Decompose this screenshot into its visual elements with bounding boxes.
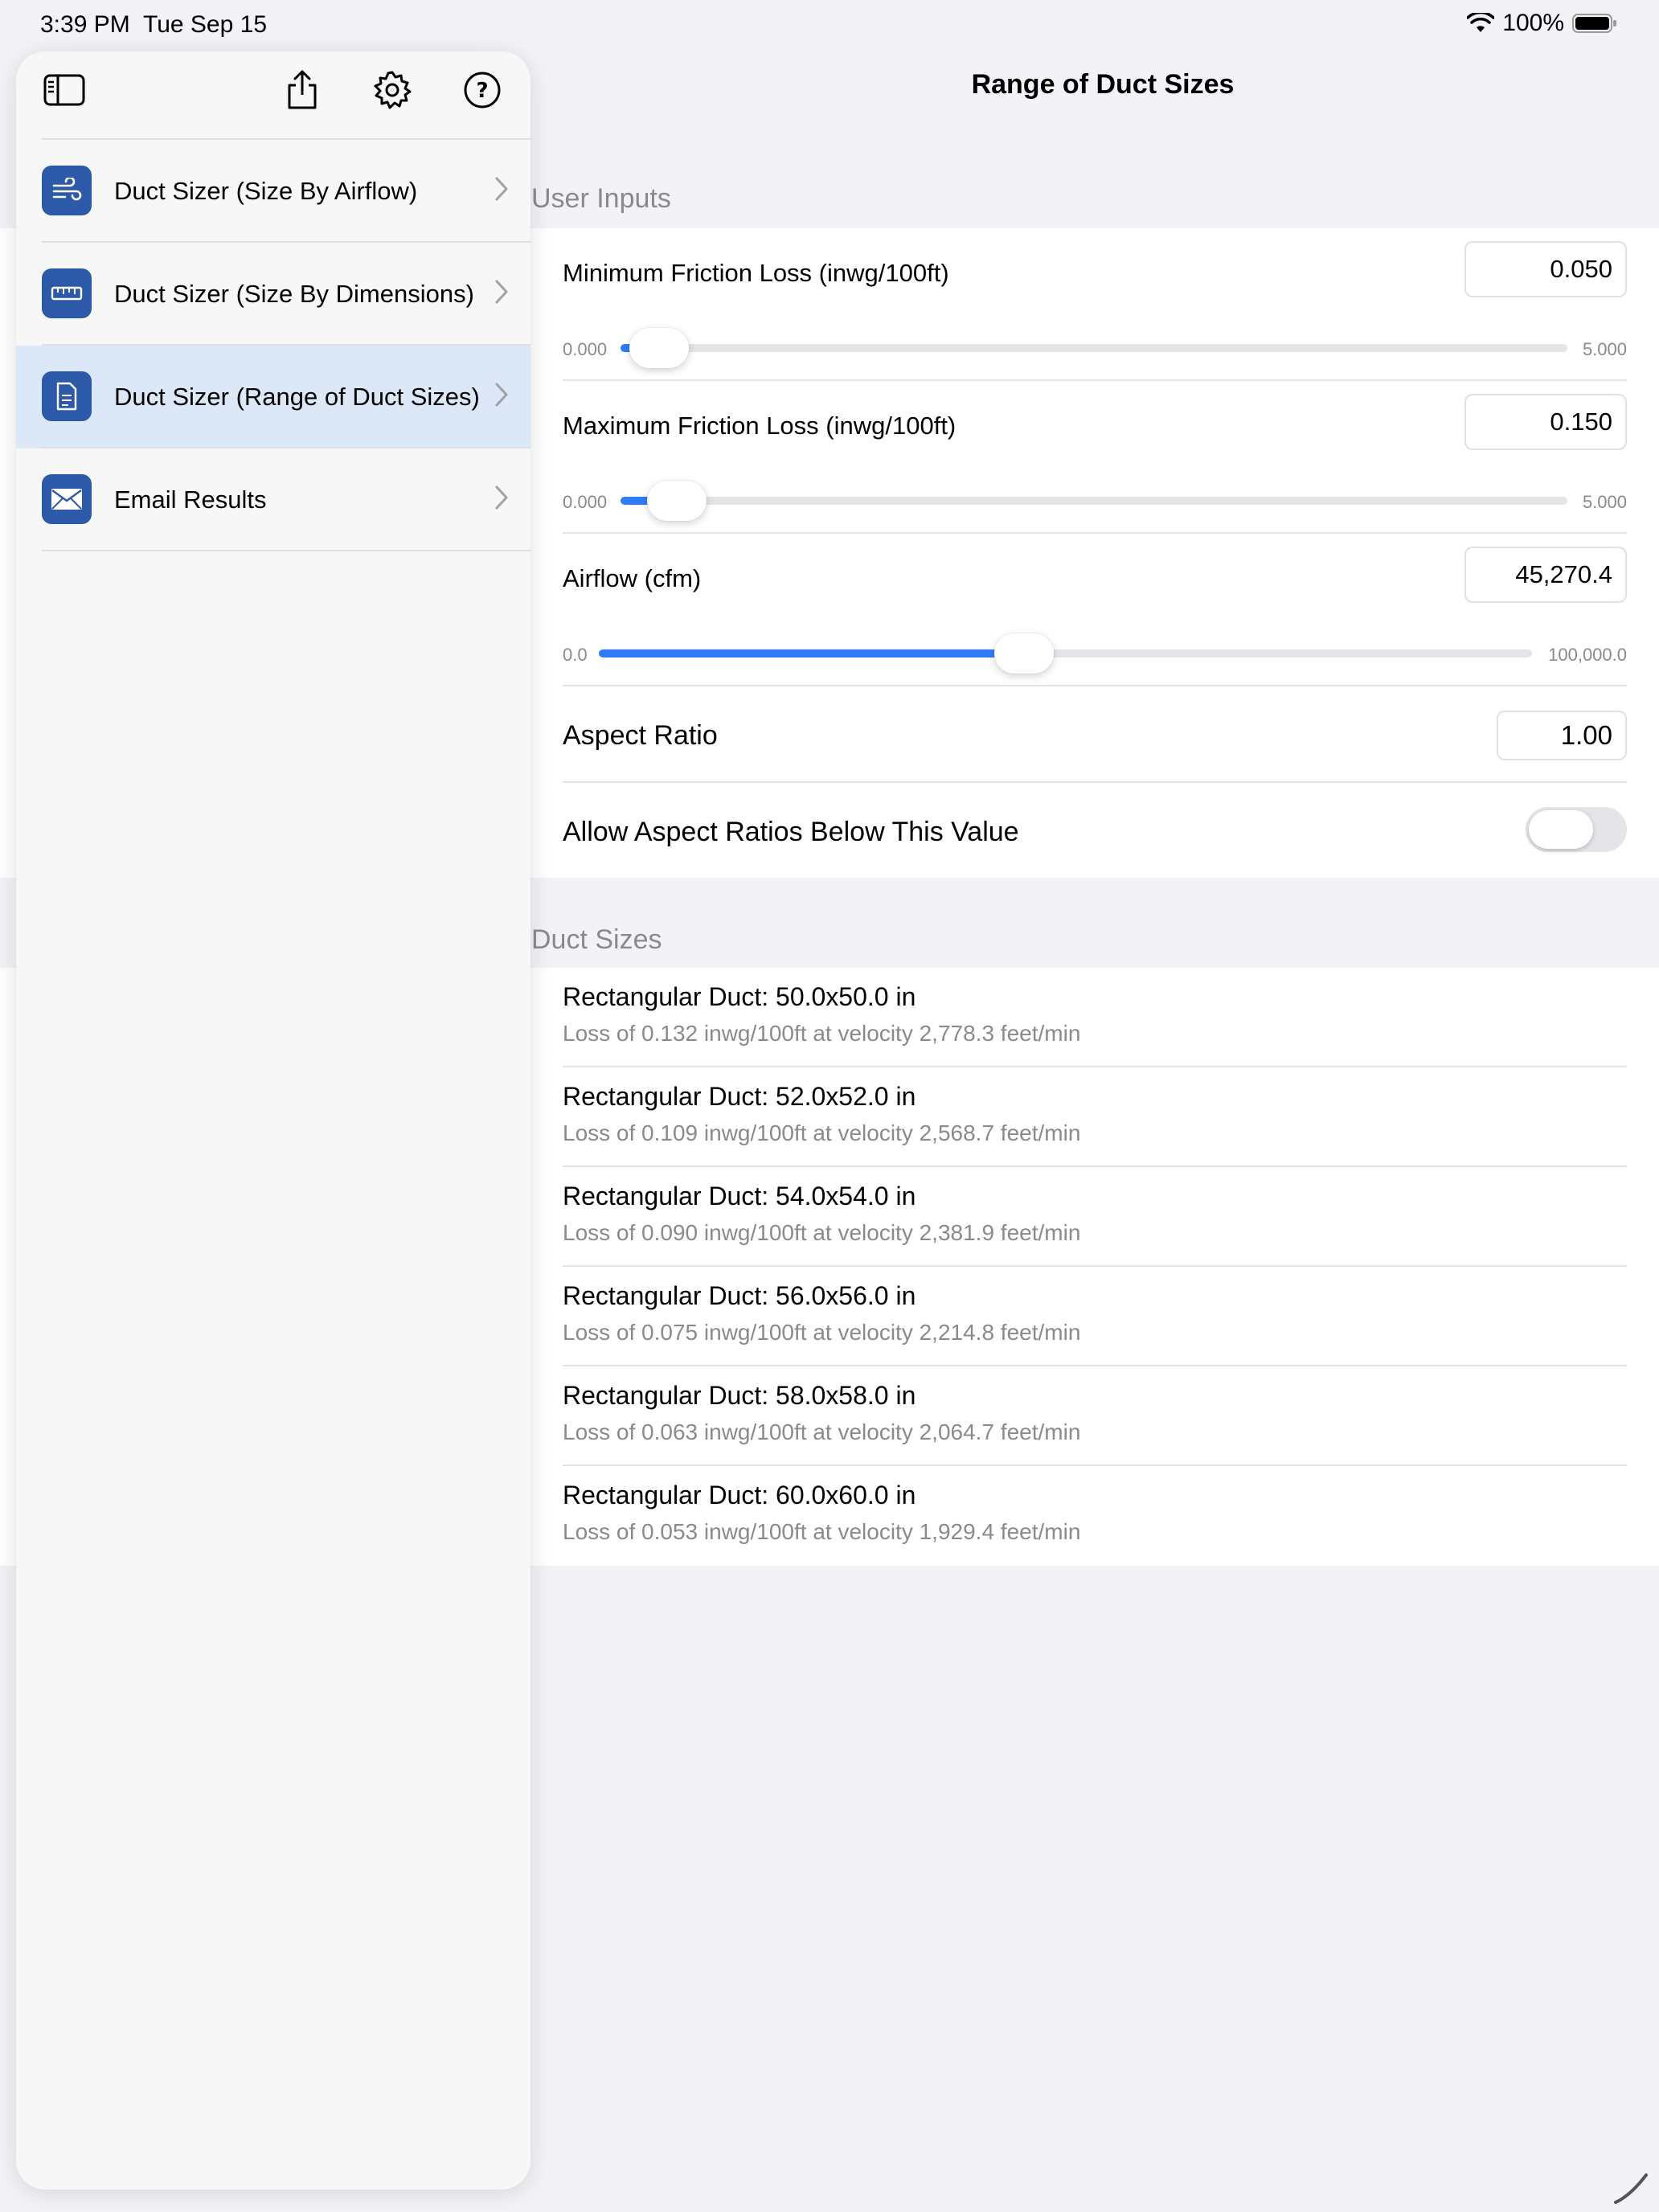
min-friction-slider-min: 0.000: [563, 339, 608, 359]
min-friction-field[interactable]: [1464, 241, 1627, 297]
sidebar-toggle-icon[interactable]: [40, 66, 88, 114]
max-friction-slider-min: 0.000: [563, 492, 608, 512]
help-icon[interactable]: ?: [458, 66, 506, 114]
sidebar-item-label: Duct Sizer (Size By Airflow): [114, 177, 418, 205]
sidebar-item-label: Email Results: [114, 485, 267, 514]
max-friction-field[interactable]: [1464, 394, 1627, 450]
ruler-icon: [42, 268, 92, 318]
list-item[interactable]: Rectangular Duct: 60.0x60.0 in Loss of 0…: [563, 1466, 1627, 1566]
min-friction-row: Minimum Friction Loss (inwg/100ft) 0.000…: [563, 241, 1627, 370]
list-item[interactable]: Rectangular Duct: 56.0x56.0 in Loss of 0…: [563, 1267, 1627, 1366]
user-inputs-header: User Inputs: [531, 183, 671, 214]
airflow-field[interactable]: [1464, 547, 1627, 603]
min-friction-slider[interactable]: [621, 328, 1567, 368]
document-icon: [42, 371, 92, 421]
allow-below-row: Allow Aspect Ratios Below This Value: [563, 783, 1627, 878]
airflow-slider[interactable]: [599, 633, 1532, 674]
sidebar-item-size-by-airflow[interactable]: Duct Sizer (Size By Airflow): [16, 140, 530, 243]
result-detail: Loss of 0.109 inwg/100ft at velocity 2,5…: [563, 1120, 1081, 1145]
result-detail: Loss of 0.090 inwg/100ft at velocity 2,3…: [563, 1220, 1081, 1245]
airflow-slider-min: 0.0: [563, 645, 588, 665]
list-item[interactable]: Rectangular Duct: 50.0x50.0 in Loss of 0…: [563, 968, 1627, 1067]
sidebar-item-label: Duct Sizer (Size By Dimensions): [114, 280, 474, 308]
result-title: Rectangular Duct: 56.0x56.0 in: [563, 1281, 916, 1310]
chevron-right-icon: [495, 485, 508, 510]
result-detail: Loss of 0.063 inwg/100ft at velocity 2,0…: [563, 1419, 1081, 1444]
min-friction-slider-max: 5.000: [1582, 339, 1627, 359]
allow-below-toggle[interactable]: [1526, 807, 1627, 852]
airflow-row: Airflow (cfm) 0.0 100,000.0: [563, 547, 1627, 675]
airflow-slider-max: 100,000.0: [1548, 645, 1627, 665]
result-detail: Loss of 0.132 inwg/100ft at velocity 2,7…: [563, 1021, 1081, 1046]
sidebar-item-range-of-duct-sizes[interactable]: Duct Sizer (Range of Duct Sizes): [16, 346, 530, 449]
max-friction-label: Maximum Friction Loss (inwg/100ft): [563, 412, 956, 440]
max-friction-slider[interactable]: [621, 481, 1567, 521]
chevron-right-icon: [495, 177, 508, 201]
result-title: Rectangular Duct: 52.0x52.0 in: [563, 1082, 916, 1111]
duct-sizes-header: Duct Sizes: [531, 924, 662, 955]
aspect-ratio-label: Aspect Ratio: [563, 720, 718, 751]
sidebar: ? Duct Sizer (Size By Airflow) Duct Size…: [16, 51, 530, 2189]
airflow-label: Airflow (cfm): [563, 564, 702, 592]
share-icon[interactable]: [278, 66, 326, 114]
min-friction-label: Minimum Friction Loss (inwg/100ft): [563, 259, 949, 287]
page-title: Range of Duct Sizes: [971, 69, 1235, 100]
result-title: Rectangular Duct: 54.0x54.0 in: [563, 1182, 916, 1210]
sidebar-item-label: Duct Sizer (Range of Duct Sizes): [114, 383, 480, 411]
aspect-ratio-field[interactable]: [1497, 711, 1627, 760]
separator: [563, 379, 1627, 381]
result-title: Rectangular Duct: 58.0x58.0 in: [563, 1381, 916, 1410]
separator: [42, 550, 530, 551]
list-item[interactable]: Rectangular Duct: 58.0x58.0 in Loss of 0…: [563, 1366, 1627, 1466]
max-friction-slider-thumb[interactable]: [647, 481, 707, 521]
airflow-slider-fill: [599, 649, 1025, 657]
max-friction-row: Maximum Friction Loss (inwg/100ft) 0.000…: [563, 394, 1627, 522]
chevron-right-icon: [495, 280, 508, 304]
svg-text:?: ?: [476, 79, 488, 103]
aspect-ratio-row: Aspect Ratio: [563, 686, 1627, 783]
envelope-icon: [42, 474, 92, 524]
result-detail: Loss of 0.053 inwg/100ft at velocity 1,9…: [563, 1519, 1081, 1544]
pencil-scribble-icon: [1614, 2173, 1648, 2204]
list-item[interactable]: Rectangular Duct: 54.0x54.0 in Loss of 0…: [563, 1167, 1627, 1267]
result-title: Rectangular Duct: 50.0x50.0 in: [563, 982, 916, 1011]
result-title: Rectangular Duct: 60.0x60.0 in: [563, 1481, 916, 1509]
sidebar-item-email-results[interactable]: Email Results: [16, 449, 530, 551]
min-friction-slider-thumb[interactable]: [629, 328, 690, 368]
toggle-knob: [1529, 810, 1593, 849]
sidebar-item-size-by-dimensions[interactable]: Duct Sizer (Size By Dimensions): [16, 243, 530, 346]
gear-icon[interactable]: [368, 66, 416, 114]
max-friction-slider-max: 5.000: [1582, 492, 1627, 512]
result-detail: Loss of 0.075 inwg/100ft at velocity 2,2…: [563, 1320, 1081, 1345]
chevron-right-icon: [495, 383, 508, 407]
list-item[interactable]: Rectangular Duct: 52.0x52.0 in Loss of 0…: [563, 1067, 1627, 1167]
airflow-icon: [42, 166, 92, 215]
allow-below-label: Allow Aspect Ratios Below This Value: [563, 817, 1019, 847]
airflow-slider-thumb[interactable]: [994, 633, 1055, 674]
separator: [563, 532, 1627, 534]
